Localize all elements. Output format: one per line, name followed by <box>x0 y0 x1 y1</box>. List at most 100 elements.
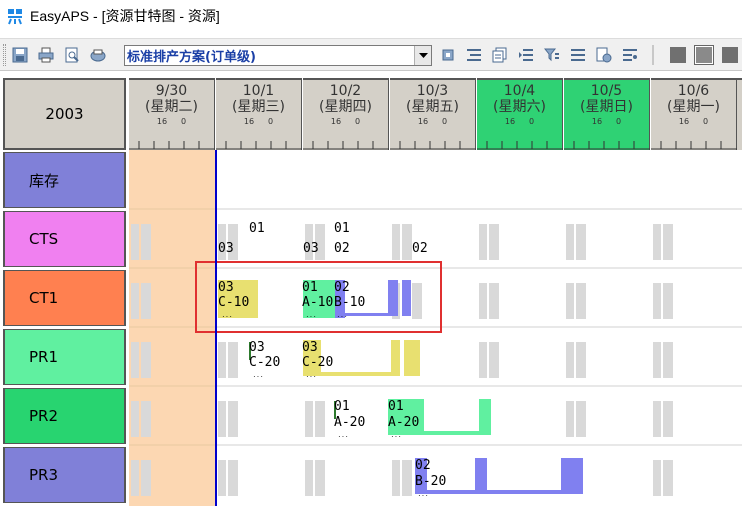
filter-icon[interactable] <box>542 45 562 65</box>
job-bar-pr3-b20-seg[interactable] <box>475 458 487 494</box>
hour-label: 16 <box>330 117 342 126</box>
date-header-1004: 10/4 (星期六) 16 0 <box>477 78 563 150</box>
date-label: 10/2 <box>329 83 362 99</box>
chevron-down-icon[interactable] <box>414 46 431 65</box>
date-header-overflow <box>737 78 742 150</box>
resource-label-inventory[interactable]: 库存 <box>3 152 126 208</box>
resource-label-ct1[interactable]: CT1 <box>3 270 126 326</box>
list-icon[interactable] <box>568 45 588 65</box>
hour-ticks <box>303 141 389 150</box>
overflow-dots: ··· <box>391 432 402 441</box>
job-bar-pr1-c20-end[interactable] <box>404 340 420 376</box>
job-bar-pr1-c20-tail <box>321 372 391 376</box>
copy-icon[interactable] <box>490 45 510 65</box>
cts-order-label[interactable]: 03 <box>218 242 234 256</box>
cts-order-label[interactable]: 03 <box>303 242 319 256</box>
date-header-1002: 10/2 (星期四) 16 0 <box>303 78 389 150</box>
weekday-label: (星期四) <box>319 99 372 115</box>
hour-label: 16 <box>243 117 255 126</box>
job-code-label: B-20 <box>415 474 447 489</box>
overflow-dots: ··· <box>306 372 317 381</box>
toolbar-grip[interactable] <box>3 44 6 66</box>
hour-ticks <box>564 141 650 150</box>
resource-label-pr1[interactable]: PR1 <box>3 329 126 385</box>
cts-order-label[interactable]: 02 <box>412 242 428 256</box>
cts-order-label[interactable]: 02 <box>334 242 350 256</box>
resource-gantt-chart: 2003 9/30 (星期二) 16 0 10/1 (星期三) 16 0 10/2 … <box>0 78 742 506</box>
window-title: EasyAPS - [资源甘特图 - 资源] <box>30 8 220 24</box>
weekday-label: (星期三) <box>232 99 285 115</box>
separator-icon <box>644 45 664 65</box>
properties-icon[interactable] <box>620 45 640 65</box>
hour-label: 16 <box>591 117 603 126</box>
overflow-dots: ··· <box>338 432 349 441</box>
resource-label-pr3[interactable]: PR3 <box>3 447 126 503</box>
job-order-label: 01 <box>334 399 350 414</box>
date-label: 10/4 <box>503 83 536 99</box>
job-order-label: 02 <box>415 458 431 473</box>
gray-square-icon[interactable] <box>694 45 714 65</box>
save-icon[interactable] <box>10 45 30 65</box>
date-header-1003: 10/3 (星期五) 16 0 <box>390 78 476 150</box>
hour-ticks <box>651 141 737 150</box>
job-order-label: 03 <box>249 340 265 355</box>
date-header-0930: 9/30 (星期二) 16 0 <box>129 78 215 150</box>
hour-label: 0 <box>442 117 448 126</box>
date-label: 10/5 <box>590 83 623 99</box>
weekday-label: (星期日) <box>580 99 633 115</box>
hour-label: 0 <box>703 117 709 126</box>
date-label: 10/6 <box>677 83 710 99</box>
weekday-label: (星期五) <box>406 99 459 115</box>
date-header-1005: 10/5 (星期日) 16 0 <box>564 78 650 150</box>
print-preview-icon[interactable] <box>62 45 82 65</box>
cts-order-label[interactable]: 01 <box>249 222 265 236</box>
print-icon[interactable] <box>36 45 56 65</box>
weekday-label: (星期六) <box>493 99 546 115</box>
indent-icon[interactable] <box>516 45 536 65</box>
refresh-icon[interactable] <box>438 45 458 65</box>
hour-label: 16 <box>417 117 429 126</box>
overflow-dots: ··· <box>418 491 429 500</box>
overflow-dots: ··· <box>253 372 264 381</box>
highlight-box <box>195 261 442 333</box>
job-bar-pr2-a20-end[interactable] <box>479 399 491 435</box>
align-icon[interactable] <box>464 45 484 65</box>
toolbar: 标准排产方案(订单级) <box>0 38 742 71</box>
date-header-1006: 10/6 (星期一) 16 0 <box>651 78 737 150</box>
hour-label: 0 <box>616 117 622 126</box>
hour-ticks <box>216 141 302 150</box>
resource-label-cts[interactable]: CTS <box>3 211 126 267</box>
job-bar-pr2-a20-tail <box>424 431 479 435</box>
job-bar-pr3-b20-end[interactable] <box>573 458 583 494</box>
job-bar-pr3-b20-seg[interactable] <box>561 458 573 494</box>
cts-order-label[interactable]: 01 <box>334 222 350 236</box>
job-code-label: A-20 <box>334 415 366 430</box>
hour-label: 0 <box>529 117 535 126</box>
gray-square-icon[interactable] <box>720 45 740 65</box>
job-order-label: 03 <box>302 340 318 355</box>
hour-ticks <box>477 141 563 150</box>
job-order-label: 01 <box>388 399 404 414</box>
job-bar-pr1-c20-end[interactable] <box>391 340 400 376</box>
plan-select-value: 标准排产方案(订单级) <box>127 50 256 65</box>
export-icon[interactable] <box>594 45 614 65</box>
resource-label-pr2[interactable]: PR2 <box>3 388 126 444</box>
plan-select[interactable]: 标准排产方案(订单级) <box>124 45 432 66</box>
date-label: 10/1 <box>242 83 275 99</box>
printer-setup-icon[interactable] <box>88 45 108 65</box>
hour-label: 16 <box>678 117 690 126</box>
hour-label: 0 <box>181 117 187 126</box>
hour-ticks <box>129 141 215 150</box>
hour-label: 16 <box>156 117 168 126</box>
gray-square-icon[interactable] <box>668 45 688 65</box>
job-code-label: C-20 <box>302 355 334 370</box>
date-label: 9/30 <box>155 83 188 99</box>
title-bar: EasyAPS - [资源甘特图 - 资源] <box>0 0 742 32</box>
hour-label: 0 <box>355 117 361 126</box>
hour-label: 16 <box>504 117 516 126</box>
job-bar-pr3-b20-tail <box>427 490 475 494</box>
gantt-body[interactable]: 01 03 01 03 02 02 03 C-10 01 A-10 02 B-1… <box>129 150 742 506</box>
easyaps-logo-icon <box>6 7 24 25</box>
current-time-line <box>215 150 217 506</box>
date-label: 10/3 <box>416 83 449 99</box>
